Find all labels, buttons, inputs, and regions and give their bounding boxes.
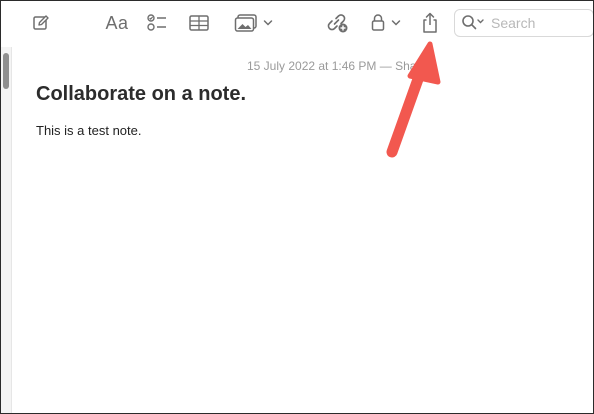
media-icon bbox=[234, 14, 257, 32]
collaborate-button[interactable] bbox=[327, 9, 349, 37]
collaborate-icon bbox=[327, 14, 348, 33]
checklist-icon bbox=[147, 14, 166, 31]
chevron-down-icon bbox=[391, 20, 400, 26]
share-icon bbox=[423, 12, 437, 33]
format-label: Aa bbox=[105, 12, 129, 33]
table-icon bbox=[189, 15, 209, 31]
media-button[interactable] bbox=[231, 9, 275, 37]
search-input[interactable] bbox=[491, 15, 581, 31]
chevron-down-icon bbox=[263, 20, 272, 26]
notes-list-edge bbox=[1, 47, 12, 413]
note-body[interactable]: This is a test note. bbox=[36, 123, 142, 138]
toolbar: Aa bbox=[1, 1, 593, 47]
lock-button[interactable] bbox=[367, 9, 403, 37]
search-icon bbox=[462, 15, 484, 30]
share-button[interactable] bbox=[419, 9, 441, 37]
search-field[interactable] bbox=[454, 9, 593, 37]
lock-icon bbox=[371, 14, 384, 31]
compose-icon bbox=[33, 15, 49, 30]
note-timestamp: 15 July 2022 at 1:46 PM — Shared bbox=[247, 59, 434, 73]
checklist-button[interactable] bbox=[145, 9, 169, 37]
notes-window: Aa Search 15 July 2022 at 1:46 PM — Shar… bbox=[0, 0, 594, 414]
scrollbar-thumb[interactable] bbox=[3, 53, 9, 89]
table-button[interactable] bbox=[187, 9, 211, 37]
note-title[interactable]: Collaborate on a note. bbox=[36, 83, 246, 106]
new-note-button[interactable] bbox=[29, 9, 53, 37]
format-button[interactable]: Aa bbox=[103, 9, 131, 37]
